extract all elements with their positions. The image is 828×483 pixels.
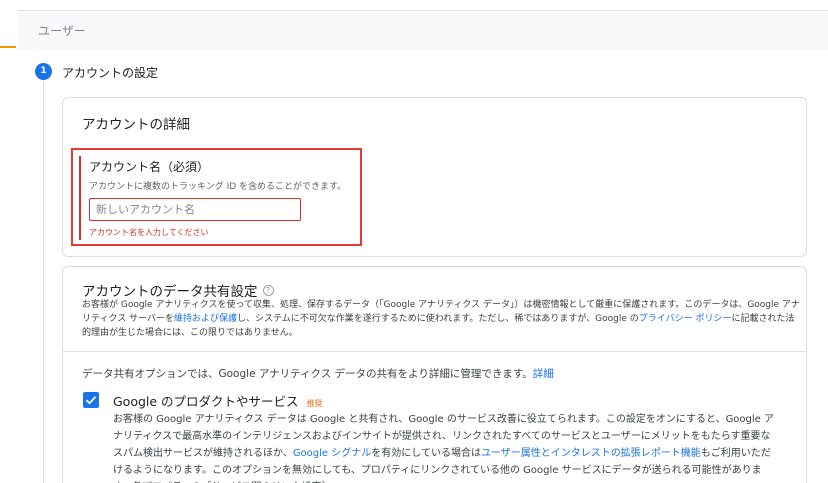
recommended-badge: 推奨	[306, 399, 323, 408]
data-sharing-card: アカウントのデータ共有設定 ? お客様が Google アナリティクスを使って収…	[62, 266, 807, 483]
divider	[63, 351, 806, 352]
account-name-error: アカウント名を入力してください	[89, 228, 209, 237]
help-icon[interactable]: ?	[262, 284, 274, 296]
google-signals-link[interactable]: Google シグナル	[293, 448, 371, 459]
sharing-options-text: データ共有オプションでは、Google アナリティクス データの共有をより詳細に…	[82, 368, 533, 380]
checkmark-icon	[85, 396, 97, 405]
account-details-card: アカウントの詳細 アカウント名（必須） アカウントに複数のトラッキング ID を…	[62, 97, 807, 257]
sharing-options-intro: データ共有オプションでは、Google アナリティクス データの共有をより詳細に…	[82, 366, 554, 381]
demographics-link[interactable]: ユーザー属性とインタレストの拡張レポート機能	[481, 448, 701, 459]
data-sharing-header: アカウントのデータ共有設定 ?	[82, 280, 274, 300]
field-error-bar	[79, 156, 81, 240]
google-products-option: Google のプロダクトやサービス 推奨	[113, 391, 323, 410]
privacy-policy-link[interactable]: プライバシー ポリシー	[639, 314, 732, 324]
google-products-checkbox[interactable]	[83, 392, 99, 408]
section-header-label: ユーザー	[38, 24, 86, 38]
data-sharing-title: アカウントのデータ共有設定	[82, 284, 258, 300]
account-name-hint: アカウントに複数のトラッキング ID を含めることができます。	[89, 182, 347, 192]
google-products-description: お客様の Google アナリティクス データは Google と共有され、Go…	[113, 411, 778, 483]
account-name-highlight: アカウント名（必須） アカウントに複数のトラッキング ID を含めることができま…	[71, 148, 362, 246]
account-name-label: アカウント名（必須）	[89, 160, 210, 174]
option-desc-text-2: を有効にしている場合は	[371, 448, 481, 459]
step-number-badge: 1	[35, 63, 52, 80]
data-sharing-description: お客様が Google アナリティクスを使って収集、処理、保存するデータ（「Go…	[82, 298, 802, 340]
section-header: ユーザー	[18, 10, 828, 50]
step-title: アカウントの設定	[62, 66, 159, 80]
maintain-protect-link[interactable]: 維持および保護	[174, 314, 237, 324]
desc-text-2: し、システムに不可欠な作業を遂行するために使われます。ただし、稀ではありますが、…	[236, 314, 639, 324]
learn-more-link[interactable]: 詳細	[533, 368, 554, 380]
account-name-input[interactable]	[89, 198, 301, 221]
step-timeline	[43, 82, 44, 483]
header-accent-line	[0, 46, 16, 48]
google-products-title: Google のプロダクトやサービス	[113, 394, 299, 409]
account-details-title: アカウントの詳細	[82, 117, 190, 133]
